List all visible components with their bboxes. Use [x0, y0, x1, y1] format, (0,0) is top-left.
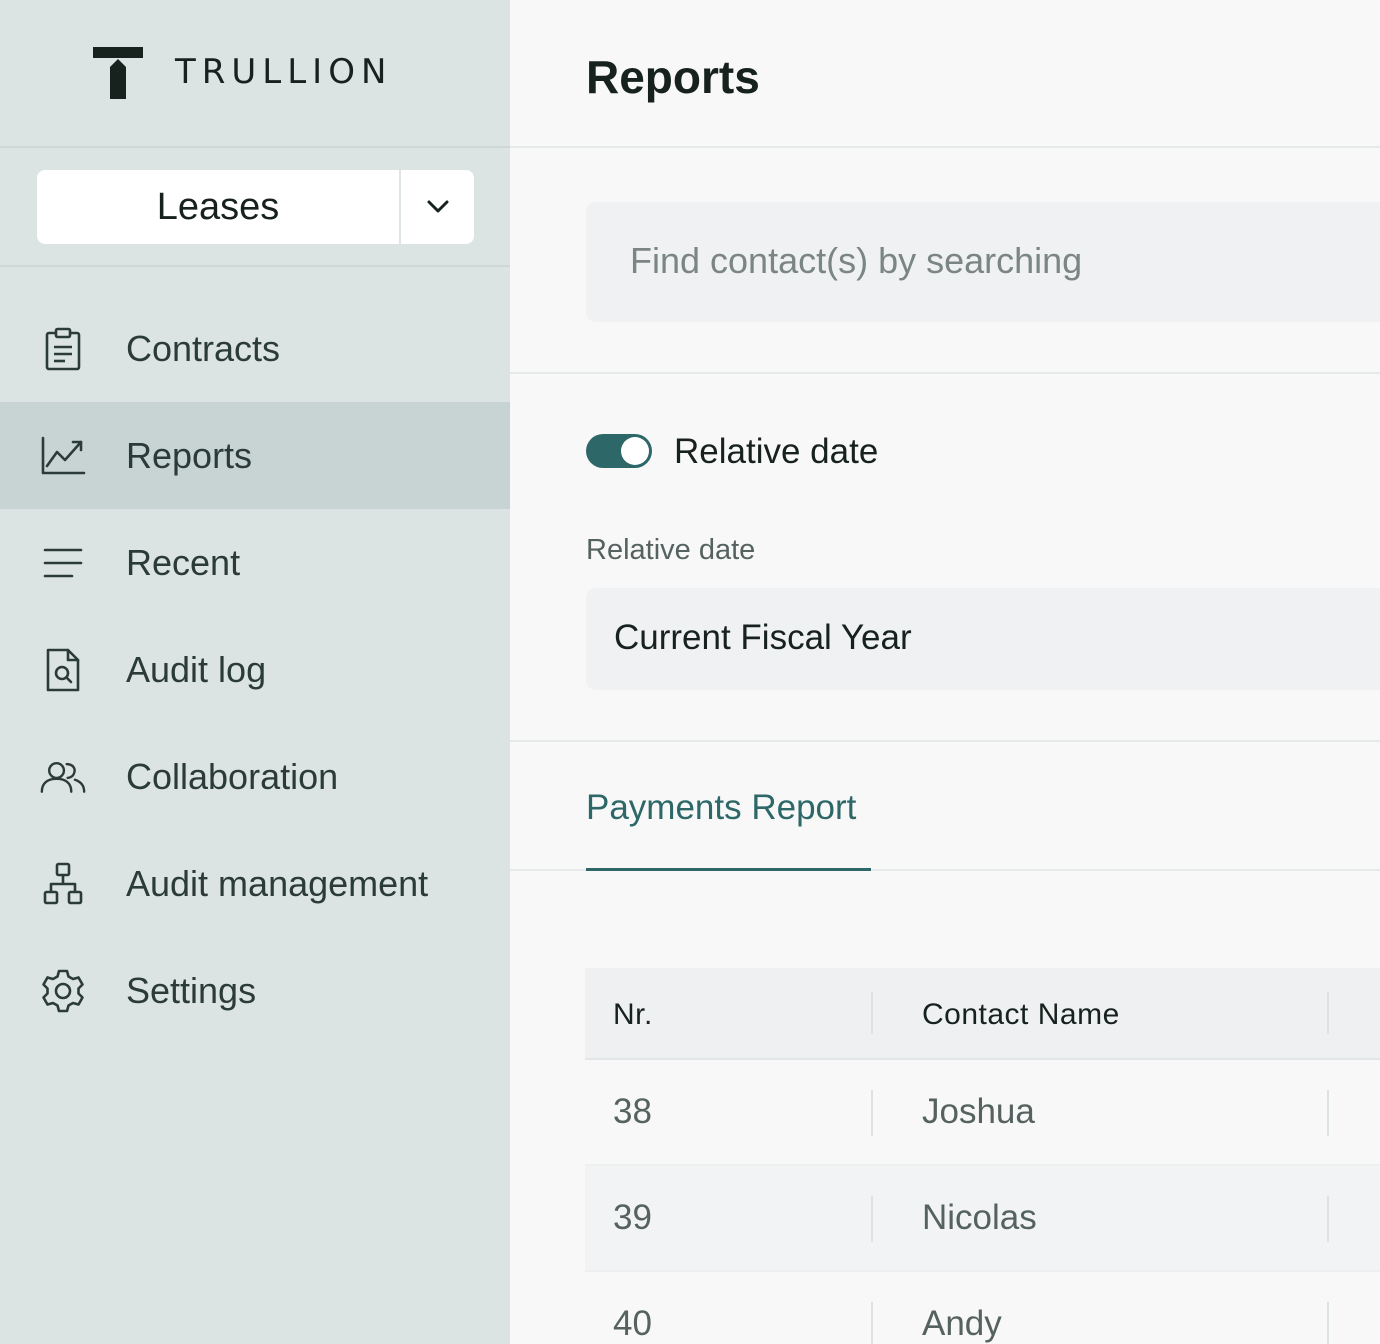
cell-contact-name: Nicolas — [922, 1198, 1037, 1237]
sidebar-nav: Contracts Reports Recent Audit log Colla… — [0, 295, 510, 1044]
column-separator — [1327, 1090, 1329, 1136]
column-separator — [1327, 1302, 1329, 1344]
sidebar-item-audit-management[interactable]: Audit management — [0, 830, 510, 937]
column-separator — [1327, 1196, 1329, 1242]
sidebar-item-collaboration[interactable]: Collaboration — [0, 723, 510, 830]
table-row[interactable]: 39 Nicolas — [585, 1166, 1380, 1272]
sidebar-item-label: Reports — [126, 434, 253, 476]
sidebar-item-audit-log[interactable]: Audit log — [0, 616, 510, 723]
active-tab-indicator — [586, 868, 871, 871]
toggle-knob — [621, 437, 649, 465]
users-icon — [40, 754, 86, 800]
sidebar-item-label: Contracts — [126, 327, 281, 369]
sidebar-item-label: Audit log — [126, 648, 267, 690]
sidebar: TRULLION Leases Contracts Reports Recent… — [0, 0, 510, 1344]
tab-payments-report[interactable]: Payments Report — [586, 788, 856, 828]
sidebar-item-settings[interactable]: Settings — [0, 937, 510, 1044]
table-header: Nr. Contact Name — [585, 968, 1380, 1060]
column-separator — [871, 1090, 873, 1136]
cell-contact-name: Andy — [922, 1304, 1002, 1343]
document-search-icon — [40, 647, 86, 693]
product-selector-value[interactable]: Leases — [37, 170, 401, 244]
relative-date-toggle-label: Relative date — [674, 432, 879, 471]
column-separator — [871, 1196, 873, 1242]
hierarchy-icon — [40, 861, 86, 907]
relative-date-select[interactable]: Current Fiscal Year — [586, 588, 1380, 690]
search-input[interactable] — [630, 240, 1330, 282]
column-header-contact-name[interactable]: Contact Name — [922, 998, 1120, 1032]
sidebar-item-label: Collaboration — [126, 755, 339, 797]
lines-icon — [40, 540, 86, 586]
sidebar-item-label: Settings — [126, 969, 257, 1011]
relative-date-field-label: Relative date — [586, 534, 756, 566]
payments-table: Nr. Contact Name 38 Joshua 39 Nicolas 40… — [585, 968, 1380, 1344]
cell-contact-name: Joshua — [922, 1092, 1035, 1131]
divider — [0, 265, 510, 267]
chart-line-icon — [40, 433, 86, 479]
relative-date-toggle[interactable] — [586, 434, 652, 468]
search-box[interactable] — [586, 202, 1380, 322]
page-title: Reports — [586, 51, 760, 103]
logo-area: TRULLION — [0, 0, 510, 148]
column-separator — [1327, 992, 1329, 1034]
table-row[interactable]: 38 Joshua — [585, 1060, 1380, 1166]
sidebar-item-reports[interactable]: Reports — [0, 402, 510, 509]
divider — [510, 740, 1380, 742]
product-selector[interactable]: Leases — [37, 170, 474, 244]
cell-nr: 40 — [613, 1304, 652, 1343]
divider — [510, 372, 1380, 374]
clipboard-icon — [40, 326, 86, 372]
table-row[interactable]: 40 Andy — [585, 1272, 1380, 1344]
sidebar-item-label: Recent — [126, 541, 241, 583]
column-separator — [871, 1302, 873, 1344]
brand-name: TRULLION — [175, 52, 393, 92]
column-header-nr[interactable]: Nr. — [613, 998, 653, 1032]
sidebar-item-recent[interactable]: Recent — [0, 509, 510, 616]
cell-nr: 38 — [613, 1092, 652, 1131]
cell-nr: 39 — [613, 1198, 652, 1237]
chevron-down-icon[interactable] — [401, 170, 474, 244]
divider — [510, 146, 1380, 148]
sidebar-item-contracts[interactable]: Contracts — [0, 295, 510, 402]
trullion-logo-icon — [93, 47, 143, 99]
relative-date-value: Current Fiscal Year — [614, 618, 912, 657]
main-content: Reports Relative date Relative date Curr… — [510, 0, 1380, 1344]
sidebar-item-label: Audit management — [126, 862, 429, 904]
column-separator — [871, 992, 873, 1034]
gear-icon — [40, 968, 86, 1014]
